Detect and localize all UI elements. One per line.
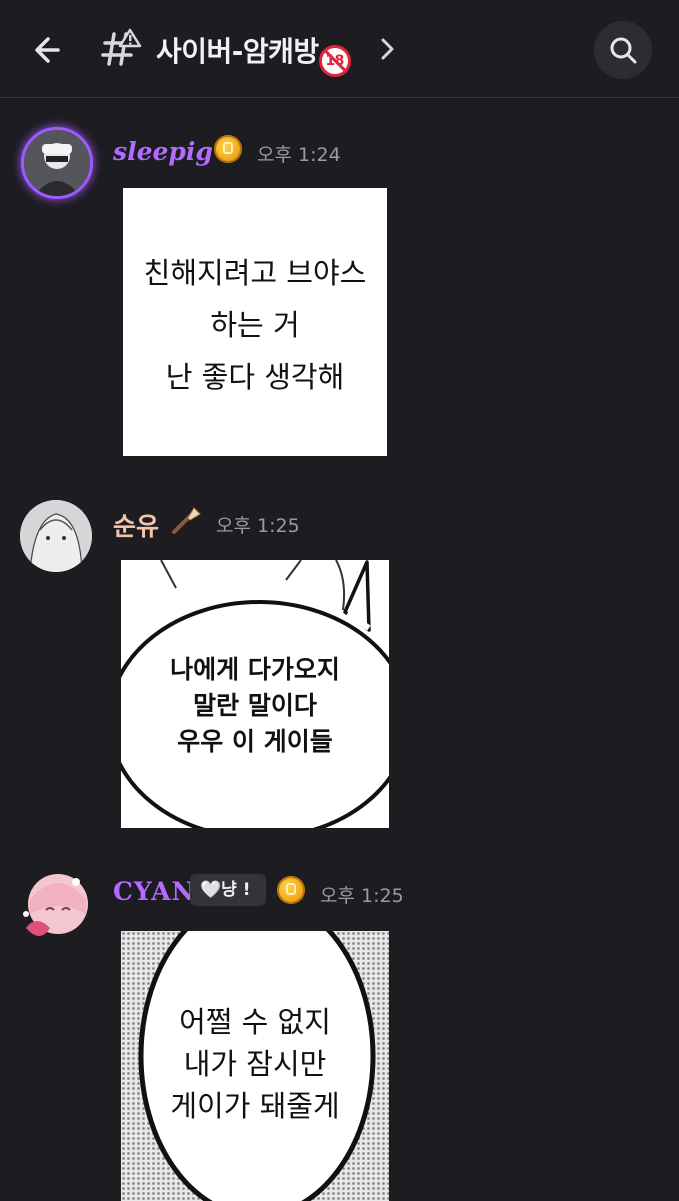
message-sleepig: sleepig 오후 1:24 친해지려고 브야스 하는 거 난 좋다 생각해 — [0, 120, 679, 465]
search-button[interactable] — [594, 21, 652, 79]
image-text-line: 하는 거 — [210, 308, 300, 342]
message-sunyu: 순유 오후 1:25 나에게 다가오지 말란 말이다 우우 이 게이들 — [0, 490, 679, 835]
role-tag: 🤍냥 ! — [190, 874, 266, 906]
image-attachment[interactable]: 친해지려고 브야스 하는 거 난 좋다 생각해 — [123, 188, 387, 456]
timestamp: 오후 1:25 — [216, 515, 300, 537]
avatar[interactable] — [21, 127, 93, 199]
image-text-line: 어쩔 수 없지 — [179, 1005, 331, 1039]
image-text-line: 나에게 다가오지 — [170, 655, 340, 684]
image-attachment[interactable]: 나에게 다가오지 말란 말이다 우우 이 게이들 — [121, 560, 389, 828]
search-icon — [610, 37, 637, 64]
timestamp: 오후 1:25 — [320, 885, 404, 907]
channel-name-text: 사이버-암캐방 — [156, 35, 319, 68]
gold-coin-icon — [214, 135, 242, 163]
timestamp: 오후 1:24 — [257, 144, 341, 166]
image-text-line: 친해지려고 브야스 — [143, 256, 367, 290]
image-text-line: 게이가 돼줄게 — [170, 1089, 340, 1123]
arrow-left-icon — [35, 37, 60, 63]
username[interactable]: 순유 — [113, 507, 159, 543]
brush-icon — [170, 504, 202, 536]
image-text-line: 내가 잠시만 — [183, 1047, 327, 1081]
avatar[interactable] — [16, 870, 96, 950]
age-restricted-badge: 18 — [318, 45, 351, 77]
image-attachment[interactable]: 어쩔 수 없지 내가 잠시만 게이가 돼줄게 — [121, 931, 389, 1201]
channel-header: 사이버-암캐방 18 — [0, 0, 679, 98]
message-cyan: CYAN 🤍냥 ! 오후 1:25 어쩔 수 없지 내가 잠시만 게이가 돼줄게 — [0, 860, 679, 1201]
gold-coin-icon — [277, 876, 305, 904]
image-text-line: 난 좋다 생각해 — [165, 360, 345, 394]
username[interactable]: sleepig — [113, 137, 213, 166]
image-text-line: 우우 이 게이들 — [177, 727, 333, 756]
hash-warning-icon — [100, 26, 144, 70]
channel-name[interactable]: 사이버-암캐방 18 — [156, 30, 351, 77]
image-text-line: 말란 말이다 — [193, 691, 317, 720]
back-button[interactable] — [28, 28, 72, 72]
username[interactable]: CYAN — [113, 877, 195, 906]
chevron-right-icon[interactable] — [380, 36, 396, 62]
avatar[interactable] — [20, 500, 92, 572]
